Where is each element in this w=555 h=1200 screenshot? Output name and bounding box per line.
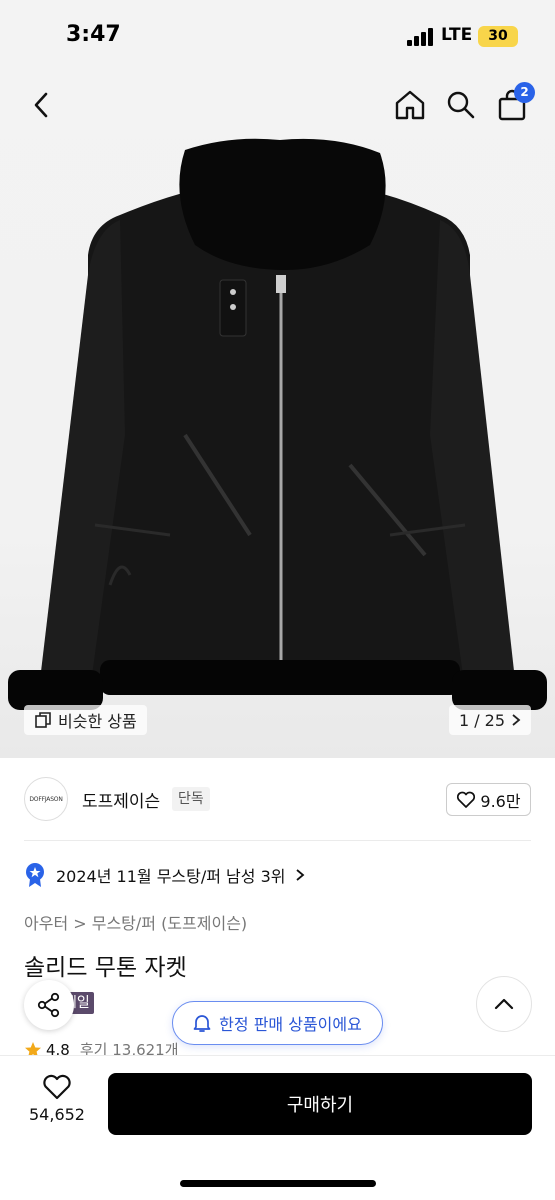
ranking-link[interactable]: 2024년 11월 무스탕/퍼 남성 3위 bbox=[24, 862, 305, 888]
wishlist-count: 54,652 bbox=[29, 1105, 85, 1124]
search-icon bbox=[447, 91, 475, 119]
share-icon bbox=[37, 992, 60, 1018]
limited-sale-notice[interactable]: 한정 판매 상품이에요 bbox=[172, 1001, 383, 1045]
chevron-right-icon bbox=[296, 869, 305, 881]
cart-count-badge: 2 bbox=[514, 82, 535, 103]
share-button[interactable] bbox=[24, 980, 74, 1030]
brand-name[interactable]: 도프제이슨 bbox=[82, 787, 160, 812]
buy-button[interactable]: 구매하기 bbox=[108, 1073, 532, 1135]
cart-button[interactable]: 2 bbox=[494, 82, 535, 124]
chevron-right-icon bbox=[512, 714, 521, 726]
brand-like-button[interactable]: 9.6만 bbox=[446, 783, 531, 816]
heart-icon bbox=[43, 1074, 71, 1100]
home-button[interactable] bbox=[392, 86, 428, 124]
chevron-up-icon bbox=[494, 998, 514, 1010]
wishlist-button[interactable]: 54,652 bbox=[22, 1074, 92, 1134]
similar-products-button[interactable]: 비슷한 상품 bbox=[24, 705, 147, 735]
breadcrumb[interactable]: 아우터 > 무스탕/퍼 (도프제이슨) bbox=[24, 910, 247, 934]
bell-icon bbox=[193, 1015, 211, 1032]
home-indicator[interactable] bbox=[180, 1180, 376, 1187]
network-label: LTE bbox=[441, 25, 473, 45]
status-bar: 3:47 LTE 30 bbox=[0, 0, 555, 72]
divider bbox=[24, 840, 531, 841]
ranking-badge-icon bbox=[26, 863, 44, 887]
copy-icon bbox=[35, 712, 51, 728]
buy-button-label: 구매하기 bbox=[286, 1095, 354, 1116]
clock: 3:47 bbox=[66, 22, 121, 47]
gallery-page-indicator[interactable]: 1 / 25 bbox=[449, 705, 531, 735]
brand-logo[interactable]: DOFFJASON bbox=[24, 777, 68, 821]
battery-icon: 30 bbox=[478, 26, 518, 47]
similar-products-label: 비슷한 상품 bbox=[58, 712, 137, 731]
ranking-text: 2024년 11월 무스탕/퍼 남성 3위 bbox=[56, 867, 286, 886]
back-button[interactable] bbox=[24, 86, 58, 124]
exclusive-tag: 단독 bbox=[172, 787, 210, 811]
signal-icon bbox=[407, 28, 433, 46]
brand-like-count: 9.6만 bbox=[480, 791, 521, 811]
page-indicator-text: 1 / 25 bbox=[458, 710, 506, 730]
scroll-to-top-button[interactable] bbox=[476, 976, 532, 1032]
heart-icon bbox=[457, 791, 476, 808]
product-title: 솔리드 무톤 자켓 bbox=[24, 955, 187, 981]
limited-sale-text: 한정 판매 상품이에요 bbox=[219, 1015, 362, 1034]
product-image[interactable] bbox=[0, 135, 555, 710]
chevron-left-icon bbox=[34, 92, 48, 118]
home-icon bbox=[395, 90, 425, 120]
brand-logo-text: DOFFJASON bbox=[29, 795, 63, 803]
search-button[interactable] bbox=[443, 86, 479, 124]
